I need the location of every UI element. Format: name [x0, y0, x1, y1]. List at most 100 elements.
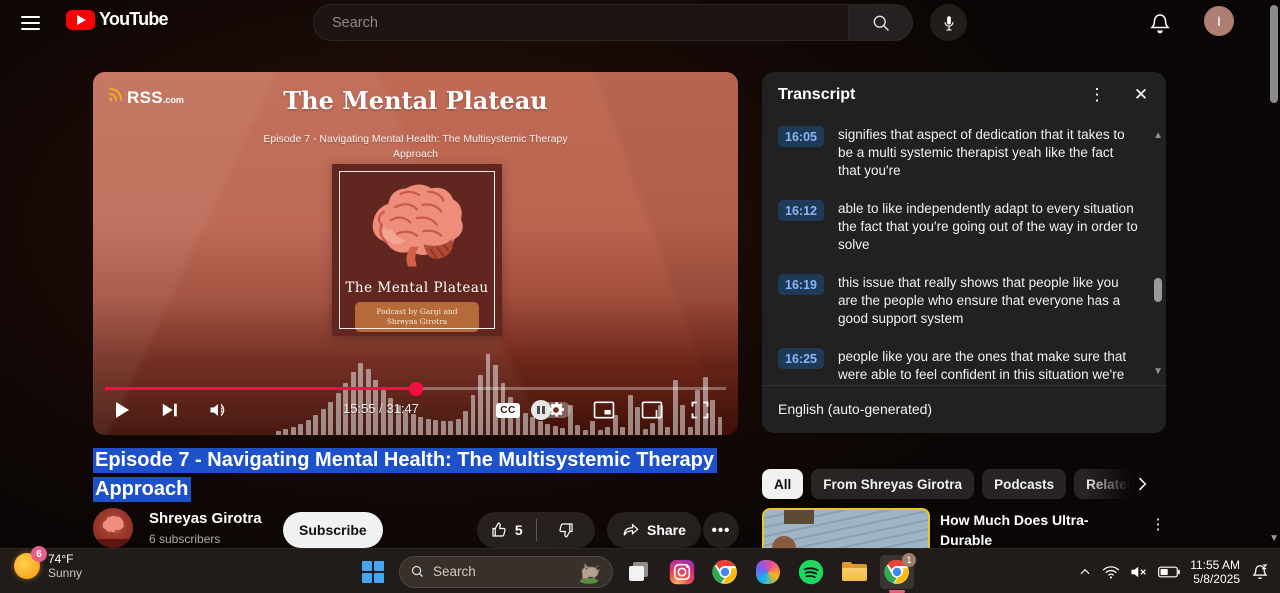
- search-bar: [313, 4, 913, 41]
- donkey-of-the-day-icon: [580, 562, 601, 584]
- theater-mode-button[interactable]: [635, 393, 669, 427]
- chip-all[interactable]: All: [762, 469, 804, 499]
- channel-row: Shreyas Girotra 6 subscribers Subscribe …: [93, 508, 743, 552]
- chrome-active-button[interactable]: 1: [880, 552, 916, 593]
- miniplayer-button[interactable]: [587, 393, 621, 427]
- related-video-menu[interactable]: ⋮: [1148, 512, 1168, 536]
- chrome-profile-badge: 1: [902, 552, 916, 567]
- ellipsis-icon: •••: [711, 521, 731, 539]
- chips-next-button[interactable]: [1132, 472, 1156, 496]
- cue-timestamp[interactable]: 16:19: [778, 274, 824, 295]
- youtube-logo[interactable]: YouTube: [66, 9, 169, 30]
- instagram-button[interactable]: [665, 555, 699, 589]
- youtube-play-icon: [66, 9, 95, 30]
- battery-icon: [1158, 566, 1181, 577]
- voice-search-button[interactable]: [930, 4, 967, 41]
- system-tray: 11:55 AM 5/8/2025: [1078, 549, 1270, 593]
- volume-button[interactable]: [201, 393, 235, 427]
- speaker-mute-icon: [1131, 566, 1147, 577]
- spotify-button[interactable]: [794, 555, 828, 589]
- transcript-language[interactable]: English (auto-generated): [778, 401, 932, 417]
- copilot-button[interactable]: [751, 555, 785, 589]
- chip-from-channel[interactable]: From Shreyas Girotra: [811, 469, 975, 499]
- transcript-scroll-up[interactable]: ▲: [1153, 130, 1163, 141]
- time-display: 15:55 / 31:47: [343, 401, 419, 416]
- page-scrollbar-thumb[interactable]: [1270, 5, 1278, 103]
- transcript-cue[interactable]: 16:12 able to like independently adapt t…: [778, 200, 1150, 254]
- play-button[interactable]: [105, 393, 139, 427]
- scroll-up-icon: ▲: [1153, 130, 1163, 141]
- subscribe-button[interactable]: Subscribe: [283, 512, 383, 548]
- share-button[interactable]: Share: [607, 512, 701, 548]
- miniplayer-icon: [593, 401, 615, 419]
- transcript-close-button[interactable]: ✕: [1128, 82, 1154, 108]
- notifications-button[interactable]: [1148, 8, 1178, 38]
- album-art-byline: Podcast by Gargi and Shreyas Girotra: [355, 302, 479, 332]
- taskbar-clock[interactable]: 11:55 AM 5/8/2025: [1190, 558, 1240, 586]
- settings-button[interactable]: [539, 393, 573, 427]
- transcript-cue[interactable]: 16:05 signifies that aspect of dedicatio…: [778, 126, 1150, 180]
- page-scroll-down[interactable]: ▼: [1269, 533, 1279, 544]
- cue-text[interactable]: able to like independently adapt to ever…: [838, 200, 1138, 254]
- cue-timestamp[interactable]: 16:25: [778, 348, 824, 369]
- video-title: Episode 7 - Navigating Mental Health: Th…: [93, 446, 743, 503]
- file-explorer-button[interactable]: [837, 555, 871, 589]
- cue-timestamp[interactable]: 16:05: [778, 126, 824, 147]
- next-button[interactable]: [153, 393, 187, 427]
- like-dislike-pill: 5: [477, 512, 595, 548]
- channel-avatar[interactable]: [93, 508, 133, 548]
- transcript-title: Transcript: [778, 86, 856, 103]
- windows-start-button[interactable]: [356, 555, 390, 589]
- transcript-scrollbar-thumb[interactable]: [1154, 278, 1162, 302]
- show-title: The Mental Plateau: [283, 86, 548, 115]
- cue-text[interactable]: signifies that aspect of dedication that…: [838, 126, 1138, 180]
- next-icon: [162, 403, 177, 417]
- fullscreen-button[interactable]: [683, 393, 717, 427]
- chevron-right-icon: [1138, 477, 1147, 491]
- episode-subtitle: Episode 7 - Navigating Mental Health: Th…: [93, 132, 738, 162]
- channel-name[interactable]: Shreyas Girotra: [149, 510, 262, 527]
- search-button[interactable]: [848, 4, 913, 41]
- taskbar-weather-widget[interactable]: 6 74°F Sunny: [14, 546, 82, 580]
- taskbar-search-box[interactable]: Search: [399, 555, 613, 588]
- copilot-icon: [756, 559, 780, 584]
- volume-muted-button[interactable]: [1130, 564, 1148, 580]
- filter-chips: All From Shreyas Girotra Podcasts Relate…: [762, 468, 1166, 500]
- progress-bar[interactable]: [105, 387, 726, 390]
- more-actions-button[interactable]: •••: [703, 512, 739, 548]
- like-count: 5: [514, 522, 523, 538]
- notification-center-button[interactable]: [1250, 562, 1270, 582]
- album-art-title: The Mental Plateau: [345, 280, 489, 296]
- task-view-button[interactable]: [622, 555, 656, 589]
- scroll-down-icon: ▼: [1153, 366, 1163, 377]
- chrome-button[interactable]: [708, 555, 742, 589]
- video-player[interactable]: RSS .com The Mental Plateau Episode 7 - …: [93, 72, 738, 435]
- cue-timestamp[interactable]: 16:12: [778, 200, 824, 221]
- play-icon: [116, 402, 129, 418]
- progress-played[interactable]: [105, 387, 417, 390]
- cue-text[interactable]: people like you are the ones that make s…: [838, 348, 1138, 385]
- tray-overflow-button[interactable]: [1078, 565, 1092, 579]
- channel-avatar-brain-icon: [102, 515, 124, 534]
- account-avatar[interactable]: I: [1204, 6, 1234, 36]
- transcript-menu-button[interactable]: ⋮: [1084, 82, 1110, 108]
- captions-button[interactable]: CC: [491, 393, 525, 427]
- like-button[interactable]: 5: [477, 512, 536, 548]
- cc-icon: CC: [496, 402, 520, 418]
- video-title-line1: Episode 7 - Navigating Mental Health: Th…: [93, 448, 718, 473]
- page-scrollbar[interactable]: ▼: [1268, 0, 1280, 548]
- transcript-scroll-down[interactable]: ▼: [1153, 366, 1163, 377]
- cue-text[interactable]: this issue that really shows that people…: [838, 274, 1138, 328]
- chip-related[interactable]: Related: [1074, 469, 1135, 499]
- battery-button[interactable]: [1158, 566, 1181, 578]
- transcript-cue[interactable]: 16:19 this issue that really shows that …: [778, 274, 1150, 328]
- menu-icon[interactable]: [16, 11, 44, 35]
- wifi-button[interactable]: [1102, 564, 1120, 580]
- transcript-cue[interactable]: 16:25 people like you are the ones that …: [778, 348, 1150, 385]
- chip-podcasts[interactable]: Podcasts: [982, 469, 1067, 499]
- transcript-body: 16:05 signifies that aspect of dedicatio…: [762, 122, 1150, 385]
- search-input[interactable]: [313, 4, 848, 41]
- chrome-icon: [712, 559, 737, 584]
- avatar-initial: I: [1217, 13, 1221, 29]
- dislike-button[interactable]: [537, 512, 596, 548]
